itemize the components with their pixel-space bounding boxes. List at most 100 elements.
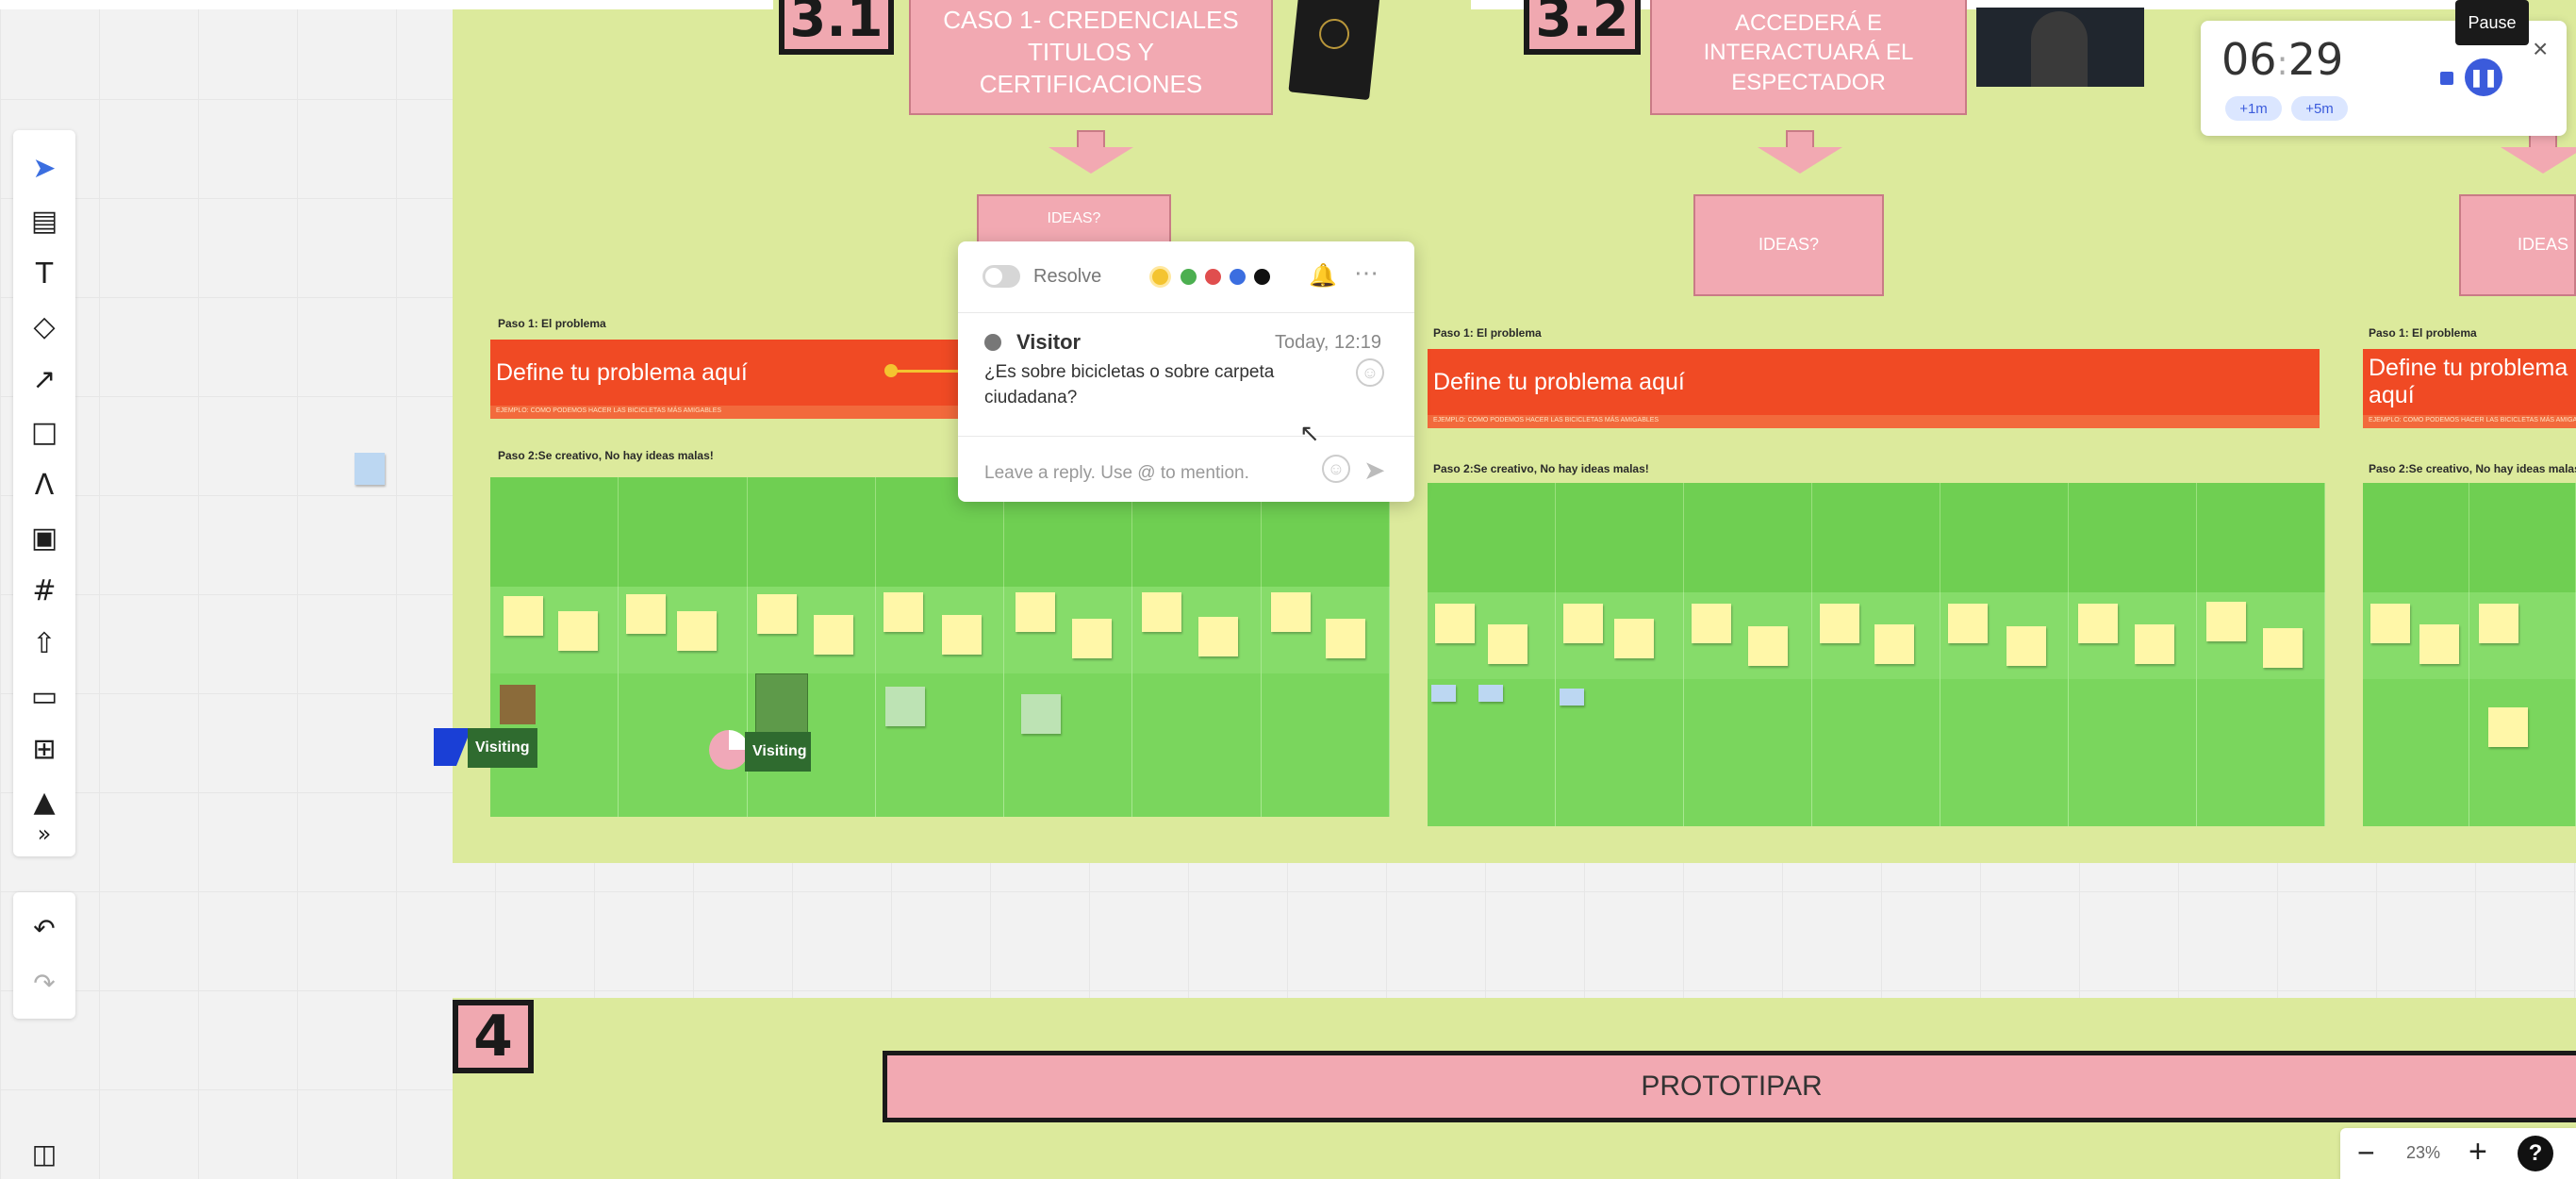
- problem-bar[interactable]: Define tu problema aquí: [1428, 349, 2320, 415]
- sticky-note[interactable]: [1072, 619, 1113, 658]
- sticky-note[interactable]: [1270, 592, 1311, 632]
- add-5-minutes-button[interactable]: +5m: [2291, 96, 2348, 121]
- sticky-note[interactable]: [1820, 604, 1859, 643]
- sticky-note-icon[interactable]: □: [13, 406, 75, 458]
- section-number-3-1[interactable]: 3.1: [779, 0, 894, 55]
- sticky-note[interactable]: [1435, 604, 1475, 643]
- sticky-note[interactable]: [2488, 707, 2528, 747]
- idea-grid-bottom[interactable]: [1428, 679, 2325, 826]
- sticky-note[interactable]: [1948, 604, 1988, 643]
- send-icon[interactable]: ➤: [1363, 455, 1385, 486]
- comment-author: Visitor: [1016, 330, 1082, 354]
- sticky-note[interactable]: [2419, 624, 2459, 664]
- passport-image[interactable]: [1288, 0, 1380, 101]
- close-icon[interactable]: ×: [2533, 34, 2548, 64]
- photo-image[interactable]: [1976, 8, 2144, 87]
- sticky-note[interactable]: [626, 594, 667, 634]
- ideas-card-1[interactable]: IDEAS?: [977, 194, 1171, 243]
- sticky-note[interactable]: [2263, 628, 2303, 668]
- comment-icon[interactable]: ▣: [13, 511, 75, 564]
- sticky-note[interactable]: [2006, 626, 2046, 666]
- redo-icon[interactable]: ↷: [13, 956, 75, 1009]
- prototipar-banner[interactable]: PROTOTIPAR: [883, 1051, 2576, 1122]
- sticky-note[interactable]: [1748, 626, 1788, 666]
- step-2-label: Paso 2:Se creativo, No hay ideas malas!: [2369, 462, 2576, 475]
- idea-grid-bottom[interactable]: [490, 673, 1390, 817]
- sticky-note[interactable]: [355, 453, 385, 485]
- shapes-icon[interactable]: ◇: [13, 300, 75, 353]
- color-dot-blue[interactable]: [1230, 269, 1246, 285]
- resolve-toggle[interactable]: [983, 265, 1020, 288]
- select-cursor-icon[interactable]: ➤: [13, 141, 75, 194]
- sticky-note[interactable]: [1478, 685, 1503, 702]
- sticky-note[interactable]: [756, 594, 797, 634]
- problem-bar[interactable]: Define tu problema aquí: [2363, 349, 2576, 415]
- sticky-note[interactable]: [2135, 624, 2174, 664]
- avatar[interactable]: [709, 730, 749, 770]
- sticky-note[interactable]: [941, 615, 982, 655]
- text-icon[interactable]: T: [13, 247, 75, 300]
- frame-icon[interactable]: #: [13, 564, 75, 617]
- sticky-note[interactable]: [1431, 685, 1456, 702]
- sticky-note[interactable]: [813, 615, 853, 655]
- add-1-minute-button[interactable]: +1m: [2225, 96, 2282, 121]
- emoji-reaction-icon[interactable]: ☺: [1356, 358, 1384, 387]
- sticky-note[interactable]: [2206, 602, 2246, 641]
- color-dot-yellow[interactable]: [1152, 269, 1168, 285]
- sticky-note[interactable]: [1016, 592, 1056, 632]
- templates-icon[interactable]: ▤: [13, 194, 75, 247]
- case-card-1[interactable]: CASO 1- CREDENCIALES TITULOS Y CERTIFICA…: [909, 0, 1273, 115]
- sticky-note[interactable]: [2370, 604, 2410, 643]
- sticky-note[interactable]: [2479, 604, 2518, 643]
- sticky-note[interactable]: [883, 592, 923, 632]
- bell-icon[interactable]: 🔔: [1309, 262, 1337, 289]
- color-dot-green[interactable]: [1181, 269, 1197, 285]
- more-tools-icon[interactable]: »: [13, 807, 75, 860]
- sticky-note[interactable]: [2078, 604, 2118, 643]
- sticky-note[interactable]: [677, 611, 718, 651]
- image-thumbnail[interactable]: [754, 673, 808, 736]
- sticky-note[interactable]: [1560, 689, 1584, 706]
- sticky-note[interactable]: [1198, 617, 1239, 656]
- pause-button[interactable]: ❚❚: [2465, 58, 2502, 96]
- help-button[interactable]: ?: [2518, 1136, 2553, 1171]
- comment-anchor-dot[interactable]: [884, 364, 898, 377]
- sticky-note[interactable]: [1563, 604, 1603, 643]
- idea-grid-stickies[interactable]: [490, 587, 1390, 673]
- stop-icon[interactable]: [2440, 72, 2453, 85]
- emoji-icon[interactable]: ☺: [1322, 455, 1350, 483]
- pen-icon[interactable]: Λ: [13, 458, 75, 511]
- upload-icon[interactable]: ⇧: [13, 617, 75, 670]
- color-dot-black[interactable]: [1254, 269, 1270, 285]
- undo-icon[interactable]: ↶: [13, 902, 75, 955]
- idea-grid-stickies[interactable]: [2363, 592, 2576, 679]
- ideas-card-3[interactable]: IDEAS: [2459, 194, 2576, 296]
- sticky-note[interactable]: [1692, 604, 1731, 643]
- sticky-note[interactable]: [884, 687, 925, 726]
- reply-input[interactable]: Leave a reply. Use @ to mention.: [984, 457, 1286, 490]
- sticky-note[interactable]: [1614, 619, 1654, 658]
- color-dot-red[interactable]: [1205, 269, 1221, 285]
- table-icon[interactable]: ⊞: [13, 722, 75, 775]
- ideas-card-2[interactable]: IDEAS?: [1693, 194, 1884, 296]
- section-number-3-2[interactable]: 3.2: [1524, 0, 1641, 55]
- idea-grid-stickies[interactable]: [1428, 592, 2325, 679]
- sticky-note[interactable]: [1874, 624, 1914, 664]
- case-card-2[interactable]: ACCEDERÁ E INTERACTUARÁ EL ESPECTADOR: [1650, 0, 1967, 115]
- sticky-note[interactable]: [1488, 624, 1527, 664]
- section-number-4[interactable]: 4: [453, 1000, 534, 1073]
- sticky-note[interactable]: [1142, 592, 1182, 632]
- connection-line-icon[interactable]: ↗: [13, 353, 75, 406]
- more-options-icon[interactable]: ⋯: [1354, 258, 1379, 288]
- zoom-level[interactable]: 23%: [2406, 1143, 2440, 1163]
- zoom-out-button[interactable]: −: [2357, 1136, 2375, 1171]
- zoom-in-button[interactable]: +: [2469, 1134, 2487, 1171]
- image-thumbnail[interactable]: [500, 685, 536, 724]
- sidebar-toggle-icon[interactable]: ◫: [13, 1128, 75, 1179]
- sticky-note[interactable]: [504, 596, 543, 636]
- idea-grid-bottom[interactable]: [2363, 679, 2576, 826]
- card-icon[interactable]: ▭: [13, 670, 75, 722]
- sticky-note[interactable]: [1021, 694, 1062, 734]
- sticky-note[interactable]: [1325, 619, 1365, 658]
- sticky-note[interactable]: [558, 611, 598, 651]
